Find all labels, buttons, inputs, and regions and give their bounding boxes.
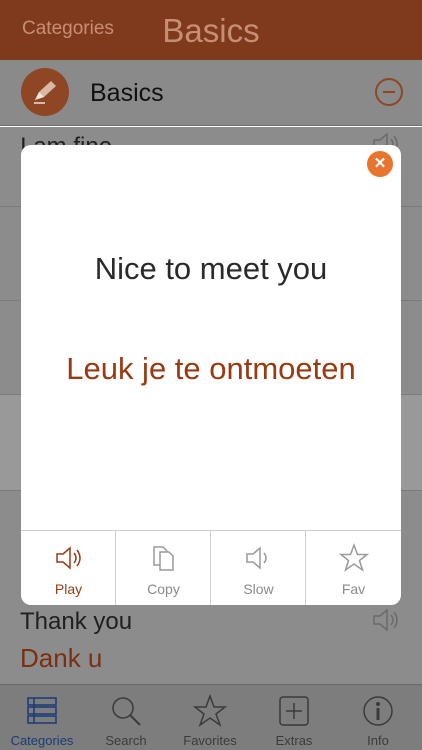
copy-icon	[153, 546, 174, 571]
close-button[interactable]: ✕	[367, 151, 393, 177]
popup-action-bar: Play Copy Slow Fav	[21, 530, 401, 605]
play-button[interactable]: Play	[21, 531, 116, 605]
search-icon	[112, 697, 141, 726]
plus-box-icon	[279, 696, 309, 726]
phrase-popup: Nice to meet you Leuk je te ontmoeten Pl…	[21, 145, 401, 605]
navigation-bar: Categories Basics	[0, 0, 422, 60]
collapse-icon[interactable]	[375, 78, 403, 106]
fav-button[interactable]: Fav	[306, 531, 401, 605]
tab-label: Favorites	[183, 733, 237, 748]
phrase-native: Thank you	[20, 608, 133, 635]
info-icon	[363, 696, 393, 726]
tab-info[interactable]: Info	[336, 685, 420, 750]
category-badge	[21, 68, 69, 116]
speaker-icon	[56, 546, 81, 570]
star-icon	[192, 693, 228, 727]
speaker-icon[interactable]	[371, 607, 401, 633]
popup-foreign-phrase: Leuk je te ontmoeten	[66, 351, 356, 386]
copy-label: Copy	[147, 581, 180, 597]
play-label: Play	[54, 581, 83, 597]
tab-bar: Categories Search Favorites Extras Info	[0, 684, 422, 750]
tab-categories[interactable]: Categories	[0, 685, 84, 750]
tab-label: Info	[367, 733, 389, 748]
tab-extras[interactable]: Extras	[252, 685, 336, 750]
tab-favorites[interactable]: Favorites	[168, 685, 252, 750]
fav-label: Fav	[341, 581, 366, 597]
page-title: Basics	[162, 12, 260, 49]
slow-button[interactable]: Slow	[211, 531, 306, 605]
category-header[interactable]: Basics	[0, 60, 422, 126]
tab-label: Search	[105, 733, 147, 748]
phrase-foreign: Dank u	[20, 643, 103, 673]
popup-native-phrase: Nice to meet you	[94, 251, 328, 286]
tab-label: Categories	[10, 733, 74, 748]
speaker-icon	[246, 546, 267, 570]
slow-label: Slow	[243, 581, 274, 597]
pencil-icon	[34, 81, 56, 104]
close-icon: ✕	[373, 155, 387, 172]
list-icon	[27, 697, 57, 724]
category-name: Basics	[90, 79, 164, 107]
star-icon	[339, 543, 369, 572]
copy-button[interactable]: Copy	[116, 531, 211, 605]
tab-label: Extras	[275, 733, 313, 748]
tab-search[interactable]: Search	[84, 685, 168, 750]
